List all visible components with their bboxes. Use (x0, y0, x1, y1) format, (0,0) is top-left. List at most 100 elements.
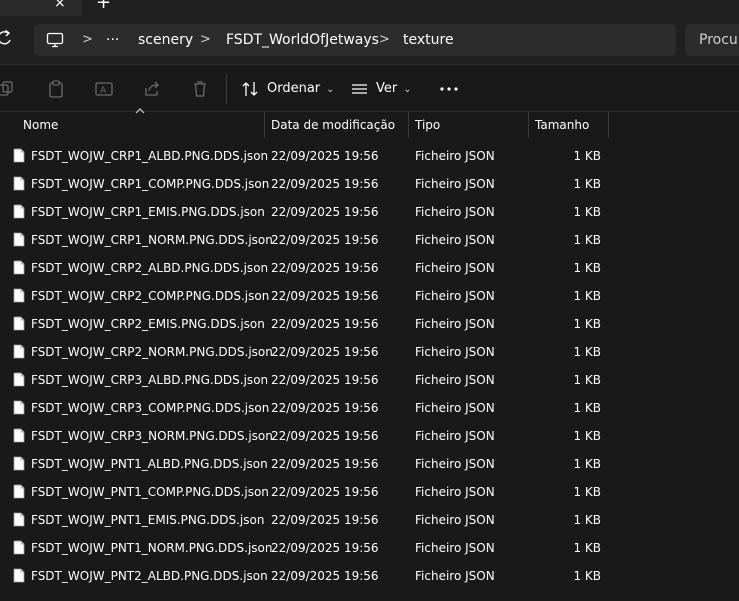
column-header-name[interactable]: Nome (17, 112, 265, 138)
delete-icon[interactable] (191, 80, 209, 98)
file-modified-date: 22/09/2025 19:56 (271, 261, 379, 275)
file-icon (13, 344, 25, 359)
table-row[interactable]: FSDT_WOJW_CRP3_COMP.PNG.DDS.json 22/09/20… (0, 394, 739, 422)
file-name: FSDT_WOJW_CRP1_NORM.PNG.DDS.json (31, 233, 273, 247)
sort-icon (242, 81, 258, 96)
file-modified-date: 22/09/2025 19:56 (271, 569, 379, 583)
file-icon (13, 456, 25, 471)
breadcrumb-texture[interactable]: texture (403, 24, 454, 56)
table-row[interactable]: FSDT_WOJW_PNT2_ALBD.PNG.DDS.json 22/09/20… (0, 562, 739, 590)
table-row[interactable]: FSDT_WOJW_CRP2_ALBD.PNG.DDS.json 22/09/20… (0, 254, 739, 282)
chevron-down-icon: ⌄ (403, 84, 412, 95)
file-modified-date: 22/09/2025 19:56 (271, 345, 379, 359)
file-modified-date: 22/09/2025 19:56 (271, 149, 379, 163)
file-size: 1 KB (573, 177, 601, 191)
file-size: 1 KB (573, 457, 601, 471)
file-icon (13, 316, 25, 331)
file-type: Ficheiro JSON (415, 289, 495, 303)
table-row[interactable]: FSDT_WOJW_CRP1_EMIS.PNG.DDS.json 22/09/20… (0, 198, 739, 226)
search-input[interactable]: Procurar (685, 24, 739, 56)
file-size: 1 KB (573, 485, 601, 499)
file-modified-date: 22/09/2025 19:56 (271, 513, 379, 527)
paste-icon[interactable] (47, 80, 65, 98)
file-icon (13, 288, 25, 303)
file-size: 1 KB (573, 345, 601, 359)
breadcrumb-fsdt-worldofjetways[interactable]: FSDT_WorldOfJetways (226, 24, 379, 56)
file-name: FSDT_WOJW_PNT1_NORM.PNG.DDS.json (31, 541, 273, 555)
more-options-icon[interactable] (438, 79, 460, 99)
file-modified-date: 22/09/2025 19:56 (271, 541, 379, 555)
file-icon (13, 204, 25, 219)
this-pc-icon[interactable] (46, 32, 64, 48)
rename-icon[interactable]: A (95, 80, 113, 98)
file-type: Ficheiro JSON (415, 177, 495, 191)
file-type: Ficheiro JSON (415, 345, 495, 359)
file-name: FSDT_WOJW_CRP3_COMP.PNG.DDS.json (31, 401, 270, 415)
file-size: 1 KB (573, 149, 601, 163)
file-modified-date: 22/09/2025 19:56 (271, 205, 379, 219)
table-row[interactable]: FSDT_WOJW_PNT1_NORM.PNG.DDS.json 22/09/20… (0, 534, 739, 562)
file-icon (13, 512, 25, 527)
view-label: Ver (376, 81, 398, 96)
file-name: FSDT_WOJW_CRP2_ALBD.PNG.DDS.json (31, 261, 269, 275)
file-name: FSDT_WOJW_PNT2_ALBD.PNG.DDS.json (31, 569, 268, 583)
address-bar[interactable]: > ··· scenery > FSDT_WorldOfJetways > te… (34, 24, 676, 56)
table-row[interactable]: FSDT_WOJW_PNT1_EMIS.PNG.DDS.json 22/09/20… (0, 506, 739, 534)
column-header-row: Nome Data de modificação Tipo Tamanho (0, 108, 739, 138)
file-icon (13, 372, 25, 387)
table-row[interactable]: FSDT_WOJW_CRP1_NORM.PNG.DDS.json 22/09/20… (0, 226, 739, 254)
file-icon (13, 148, 25, 163)
table-row[interactable]: FSDT_WOJW_PNT1_ALBD.PNG.DDS.json 22/09/20… (0, 450, 739, 478)
file-type: Ficheiro JSON (415, 261, 495, 275)
close-tab-icon[interactable]: × (54, 0, 66, 11)
file-name: FSDT_WOJW_PNT1_COMP.PNG.DDS.json (31, 485, 269, 499)
refresh-icon[interactable] (0, 28, 14, 48)
file-icon (13, 428, 25, 443)
column-header-size[interactable]: Tamanho (529, 112, 609, 138)
file-type: Ficheiro JSON (415, 569, 495, 583)
share-icon[interactable] (143, 80, 161, 98)
copy-icon[interactable] (0, 80, 16, 98)
file-size: 1 KB (573, 233, 601, 247)
file-name: FSDT_WOJW_CRP2_COMP.PNG.DDS.json (31, 289, 270, 303)
breadcrumb-chevron-icon[interactable]: > (379, 24, 390, 56)
column-header-date[interactable]: Data de modificação (265, 112, 409, 138)
svg-text:A: A (100, 86, 107, 96)
file-type: Ficheiro JSON (415, 233, 495, 247)
view-button[interactable]: Ver ⌄ (351, 66, 412, 112)
file-icon (13, 540, 25, 555)
file-name: FSDT_WOJW_CRP3_ALBD.PNG.DDS.json (31, 373, 269, 387)
active-tab[interactable]: × (0, 0, 82, 16)
file-size: 1 KB (573, 513, 601, 527)
file-modified-date: 22/09/2025 19:56 (271, 457, 379, 471)
file-type: Ficheiro JSON (415, 317, 495, 331)
file-type: Ficheiro JSON (415, 541, 495, 555)
file-type: Ficheiro JSON (415, 149, 495, 163)
file-size: 1 KB (573, 261, 601, 275)
table-row[interactable]: FSDT_WOJW_CRP1_ALBD.PNG.DDS.json 22/09/20… (0, 142, 739, 170)
file-size: 1 KB (573, 205, 601, 219)
table-row[interactable]: FSDT_WOJW_PNT1_COMP.PNG.DDS.json 22/09/20… (0, 478, 739, 506)
breadcrumb-scenery[interactable]: scenery (138, 24, 193, 56)
new-tab-button[interactable]: + (96, 0, 111, 13)
file-size: 1 KB (573, 289, 601, 303)
column-header-type[interactable]: Tipo (409, 112, 529, 138)
breadcrumb-chevron-icon[interactable]: > (82, 24, 93, 56)
file-modified-date: 22/09/2025 19:56 (271, 373, 379, 387)
table-row[interactable]: FSDT_WOJW_CRP2_EMIS.PNG.DDS.json 22/09/20… (0, 310, 739, 338)
file-type: Ficheiro JSON (415, 205, 495, 219)
toolbar-divider (226, 74, 227, 104)
table-row[interactable]: FSDT_WOJW_CRP3_ALBD.PNG.DDS.json 22/09/20… (0, 366, 739, 394)
breadcrumb-overflow-button[interactable]: ··· (106, 24, 119, 56)
file-name: FSDT_WOJW_CRP2_EMIS.PNG.DDS.json (31, 317, 265, 331)
file-name: FSDT_WOJW_CRP1_EMIS.PNG.DDS.json (31, 205, 265, 219)
table-row[interactable]: FSDT_WOJW_CRP1_COMP.PNG.DDS.json 22/09/20… (0, 170, 739, 198)
breadcrumb-chevron-icon[interactable]: > (200, 24, 211, 56)
view-icon (352, 83, 367, 94)
table-row[interactable]: FSDT_WOJW_CRP2_COMP.PNG.DDS.json 22/09/20… (0, 282, 739, 310)
navigation-bar: > ··· scenery > FSDT_WorldOfJetways > te… (0, 16, 739, 65)
table-row[interactable]: FSDT_WOJW_CRP2_NORM.PNG.DDS.json 22/09/20… (0, 338, 739, 366)
table-row[interactable]: FSDT_WOJW_CRP3_NORM.PNG.DDS.json 22/09/20… (0, 422, 739, 450)
file-type: Ficheiro JSON (415, 429, 495, 443)
sort-button[interactable]: Ordenar ⌄ (242, 66, 335, 112)
